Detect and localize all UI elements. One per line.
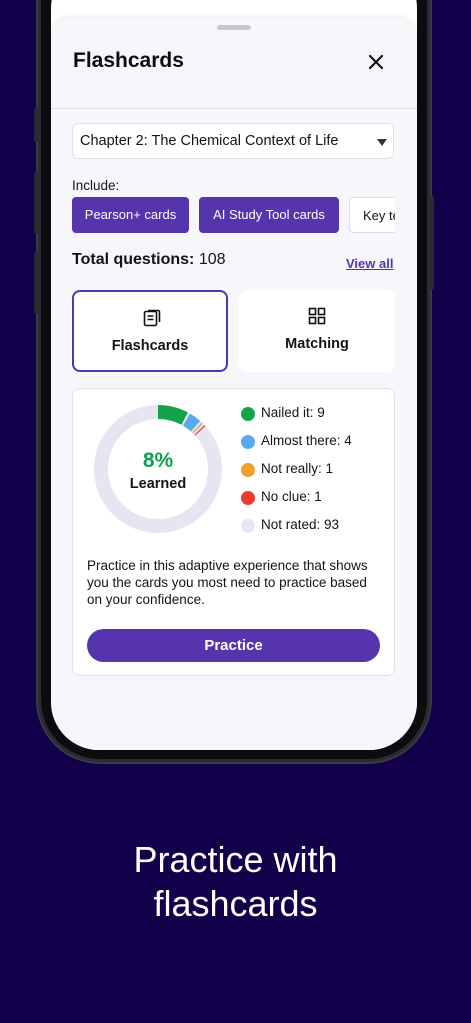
chip-ai-study-tool-cards[interactable]: AI Study Tool cards: [199, 197, 339, 233]
grid-icon: [308, 307, 326, 325]
phone-screen: Flashcards Chapter 2: The Chemical Conte…: [51, 0, 417, 750]
legend-label: Not really: 1: [261, 461, 334, 476]
total-questions-count: 108: [198, 251, 226, 268]
flashcards-icon: [143, 309, 161, 327]
mode-matching[interactable]: Matching: [239, 290, 395, 372]
side-button: [430, 196, 434, 290]
ring-segment-1: [182, 413, 201, 432]
sheet-grabber[interactable]: [217, 25, 251, 30]
side-button: [34, 172, 38, 234]
flashcards-sheet: Flashcards Chapter 2: The Chemical Conte…: [51, 18, 417, 750]
caption-line-1: Practice with: [133, 839, 338, 880]
chip-key-terms[interactable]: Key terms: [349, 197, 395, 233]
view-all-link[interactable]: View all: [346, 256, 393, 271]
learned-percent: 8%: [142, 449, 174, 472]
mode-flashcards[interactable]: Flashcards: [72, 290, 228, 372]
chapter-select-value: Chapter 2: The Chemical Context of Life: [80, 133, 339, 149]
learned-label: Learned: [129, 476, 187, 492]
legend-dot: [241, 435, 255, 449]
mode-matching-label: Matching: [285, 336, 349, 352]
legend-label: Almost there: 4: [261, 433, 352, 448]
caption-line-2: flashcards: [153, 883, 318, 924]
caret-down-icon: [377, 139, 387, 146]
legend-dot: [241, 407, 255, 421]
sheet-title: Flashcards: [73, 49, 184, 72]
legend-label: No clue: 1: [261, 489, 322, 504]
legend-dot: [241, 519, 255, 533]
include-label: Include:: [72, 178, 120, 193]
chip-pearson-cards[interactable]: Pearson+ cards: [72, 197, 189, 233]
practice-button[interactable]: Practice: [87, 629, 380, 662]
legend-label: Nailed it: 9: [261, 405, 325, 420]
total-questions-label: Total questions:: [72, 251, 195, 268]
caption: Practice with flashcards: [0, 838, 471, 926]
divider: [51, 108, 417, 109]
legend-dot: [241, 463, 255, 477]
close-icon[interactable]: [363, 49, 389, 75]
ring-segment-3: [194, 425, 206, 436]
filter-chips: Pearson+ cards AI Study Tool cards Key t…: [72, 197, 395, 233]
progress-card: 8% Learned Nailed it: 9 Almost there: 4 …: [72, 388, 395, 676]
legend-dot: [241, 491, 255, 505]
ring-segment-0: [157, 405, 188, 425]
mode-flashcards-label: Flashcards: [111, 338, 189, 354]
total-questions: Total questions: 108: [72, 251, 226, 269]
side-button: [34, 252, 38, 314]
chapter-select[interactable]: Chapter 2: The Chemical Context of Life: [72, 123, 394, 159]
side-button: [34, 108, 38, 142]
ring-segment-2: [192, 422, 203, 434]
legend-label: Not rated: 93: [261, 517, 340, 532]
practice-description: Practice in this adaptive experience tha…: [87, 558, 368, 607]
